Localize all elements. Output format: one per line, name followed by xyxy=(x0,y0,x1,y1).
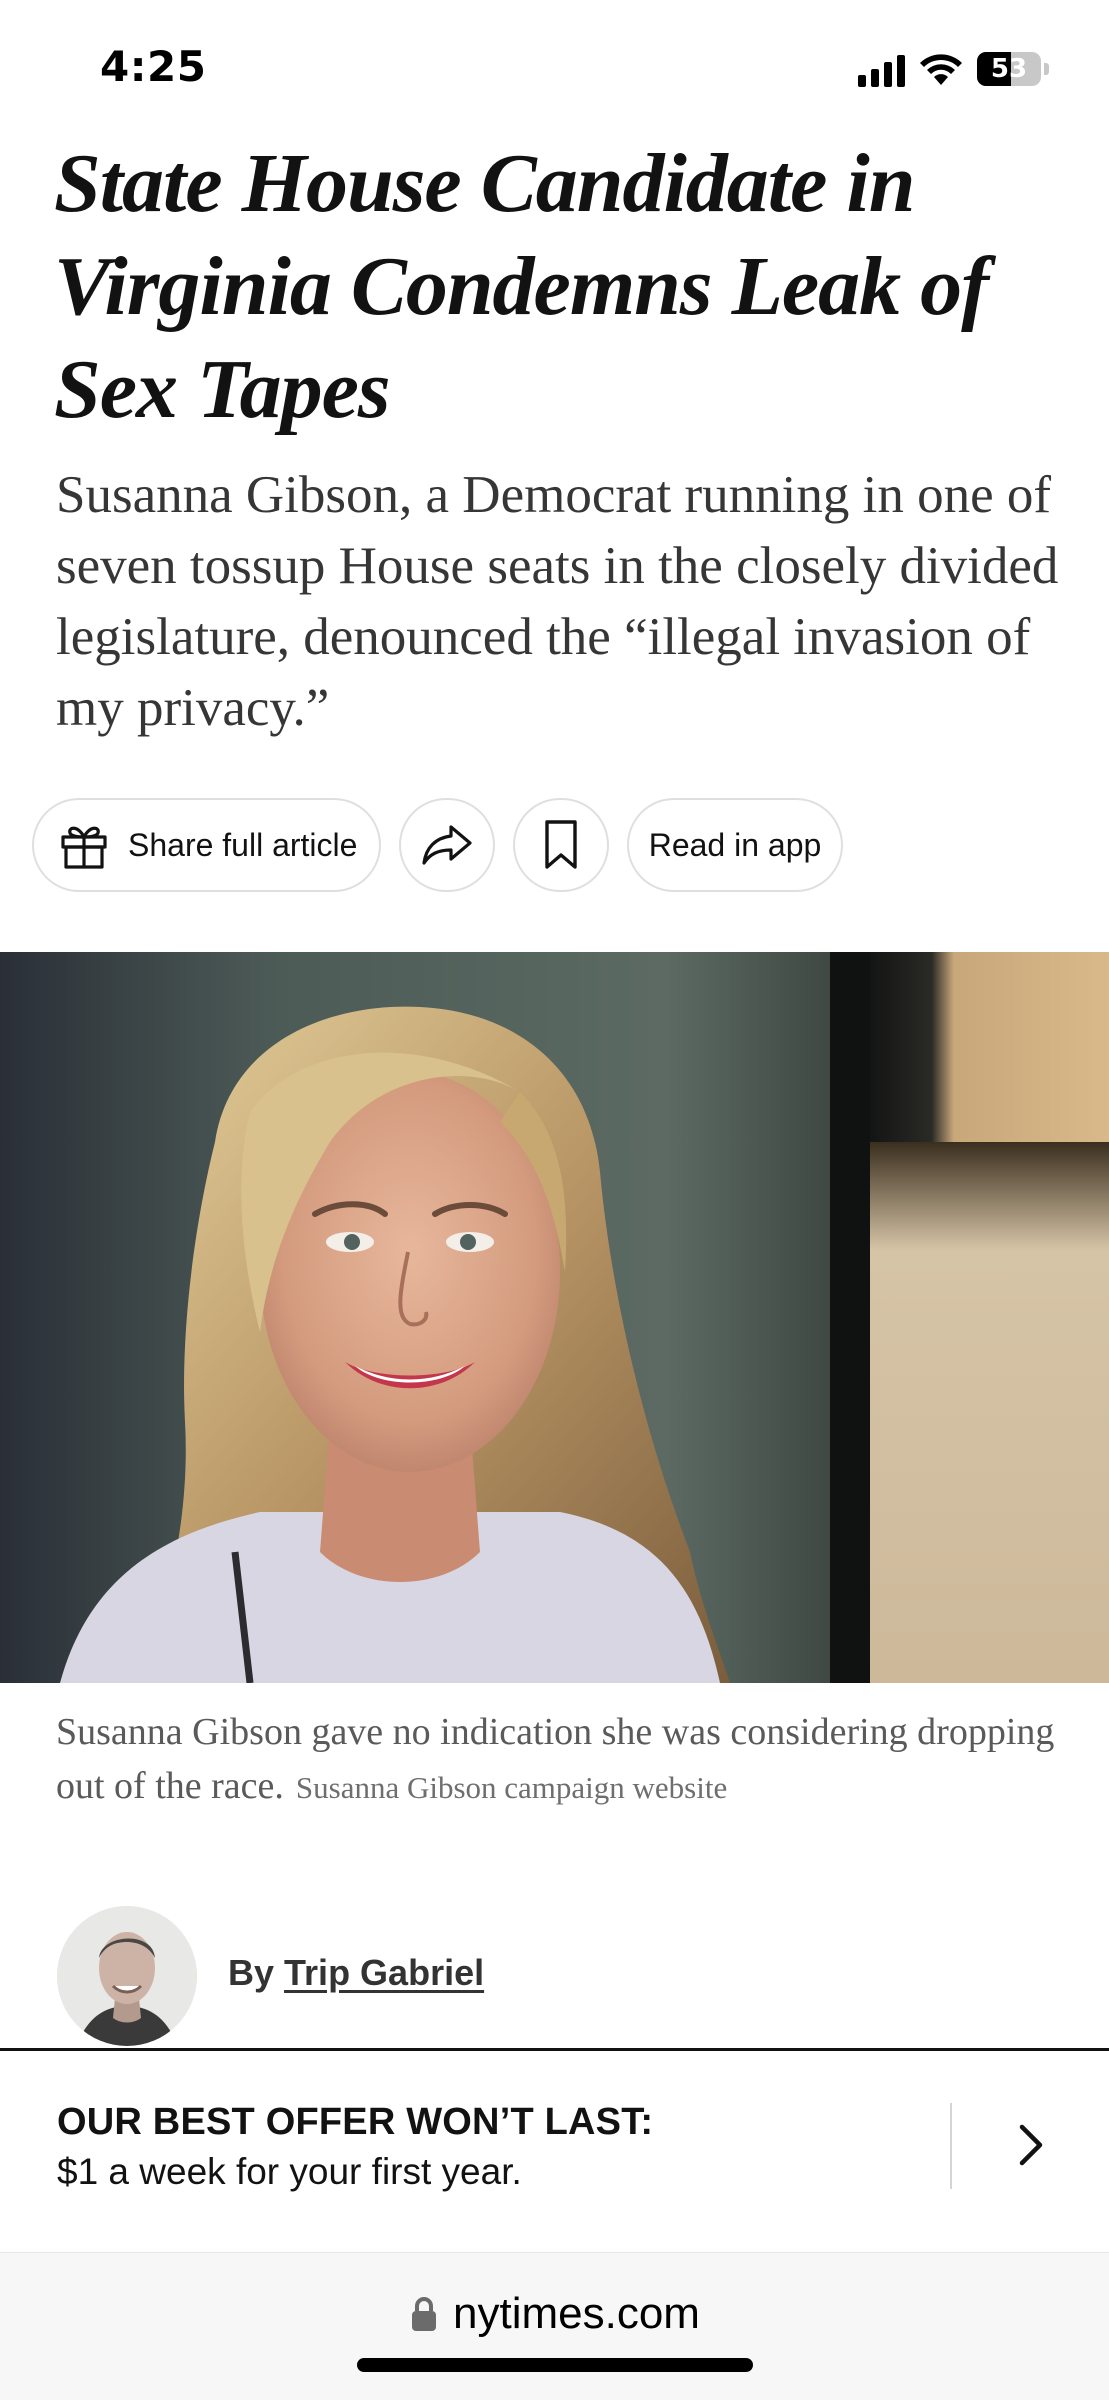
author-link[interactable]: Trip Gabriel xyxy=(284,1952,484,1993)
url-display[interactable]: nytimes.com xyxy=(0,2289,1109,2339)
chevron-right-icon[interactable] xyxy=(1000,2115,1060,2175)
share-full-article-label: Share full article xyxy=(128,826,358,863)
status-bar: 4:25 53 xyxy=(0,0,1109,130)
offer-title: OUR BEST OFFER WON’T LAST: xyxy=(57,2101,654,2143)
article-summary: Susanna Gibson, a Democrat running in on… xyxy=(56,466,1059,737)
author-avatar[interactable] xyxy=(57,1906,197,2046)
home-indicator[interactable] xyxy=(357,2358,753,2372)
battery-cap xyxy=(1044,63,1049,75)
byline-prefix: By xyxy=(228,1952,275,1993)
wifi-icon xyxy=(920,54,962,85)
gift-icon xyxy=(61,826,107,869)
photo-caption: Susanna Gibson gave no indication she wa… xyxy=(56,1705,1076,1815)
signal-icon xyxy=(858,51,905,87)
share-arrow-icon xyxy=(422,825,472,865)
byline: By Trip Gabriel xyxy=(228,1952,484,1994)
article-photo xyxy=(0,952,1109,1683)
subscription-offer-banner[interactable]: OUR BEST OFFER WON’T LAST: $1 a week for… xyxy=(0,2048,1109,2252)
offer-divider xyxy=(950,2103,952,2189)
share-button[interactable] xyxy=(399,798,495,892)
article-actions: Share full article Read in app xyxy=(32,798,843,892)
offer-subtitle: $1 a week for your first year. xyxy=(57,2151,522,2192)
browser-url-bar[interactable]: nytimes.com xyxy=(0,2252,1109,2400)
caption-credit: Susanna Gibson campaign website xyxy=(295,1770,728,1805)
read-in-app-button[interactable]: Read in app xyxy=(627,798,843,892)
bookmark-icon xyxy=(545,820,577,869)
share-full-article-button[interactable]: Share full article xyxy=(32,798,381,892)
article-headline: State House Candidate in Virginia Condem… xyxy=(54,137,989,436)
status-icons: 53 xyxy=(858,48,1049,90)
battery-icon: 53 xyxy=(977,52,1041,86)
url-text: nytimes.com xyxy=(453,2289,700,2338)
lock-icon xyxy=(412,2297,437,2331)
bookmark-button[interactable] xyxy=(513,798,609,892)
status-time: 4:25 xyxy=(100,42,207,91)
read-in-app-label: Read in app xyxy=(648,826,822,863)
battery-level: 53 xyxy=(990,54,1028,84)
